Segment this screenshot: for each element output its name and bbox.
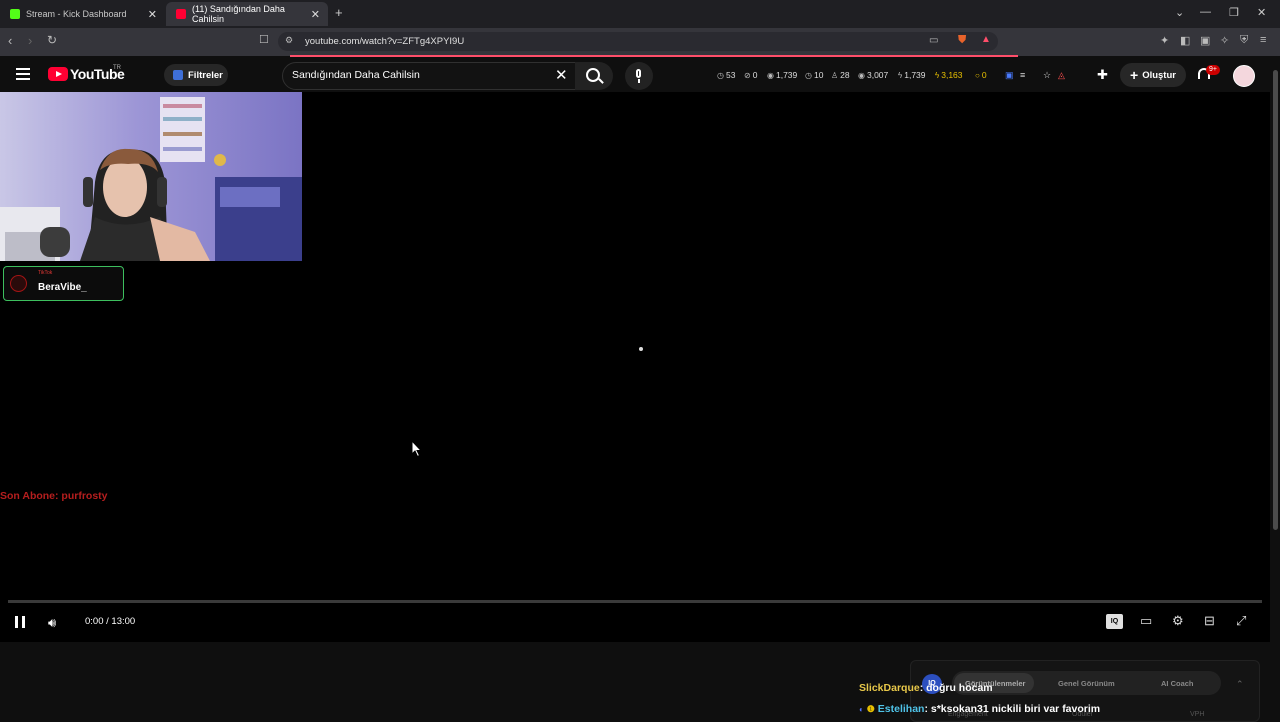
sidebar-icon[interactable]: ◧ xyxy=(1180,34,1190,47)
tab-kick-dashboard[interactable]: Stream - Kick Dashboard ✕ xyxy=(0,2,165,26)
bookmark-icon[interactable]: ☐ xyxy=(259,33,269,46)
badge-icon: ◐ xyxy=(859,705,864,714)
clear-search-icon[interactable]: ✕ xyxy=(555,66,568,84)
brave-shield-icon[interactable]: ⛊ xyxy=(958,34,966,47)
iq-player-button[interactable]: IQ xyxy=(1106,614,1123,629)
filters-button[interactable]: Filtreler xyxy=(164,64,228,86)
collapse-icon[interactable]: ⌃ xyxy=(1236,679,1244,690)
chat-username[interactable]: SlickDarque xyxy=(859,682,920,694)
back-icon[interactable]: ‹ xyxy=(8,33,12,48)
bolt-icon: ϟ xyxy=(898,70,903,80)
filter-icon xyxy=(173,70,183,80)
tab-search-icon[interactable]: ⌄ xyxy=(1175,6,1184,19)
subtitles-icon[interactable]: ▭ xyxy=(1140,613,1152,629)
eye-off-icon: ⊘ xyxy=(744,70,751,80)
stat-subscribers: ♙ 28 xyxy=(831,70,850,80)
rewards-icon[interactable]: ▲ xyxy=(981,34,991,45)
voice-search-icon[interactable] xyxy=(625,62,653,90)
mouse-cursor-icon xyxy=(411,440,423,458)
circle-icon: ○ xyxy=(975,70,980,80)
forward-icon[interactable]: › xyxy=(28,33,32,48)
close-tab-icon[interactable]: ✕ xyxy=(311,8,320,21)
search-input-value: Sandığından Daha Cahilsin xyxy=(292,69,420,81)
kick-icon xyxy=(10,9,20,19)
list-icon[interactable]: ≡ xyxy=(1020,70,1025,80)
url-text: youtube.com/watch?v=ZFTg4XPYI9U xyxy=(305,36,465,47)
tab-title: (11) Sandığından Daha Cahilsin xyxy=(192,4,285,24)
tiktok-logo-icon xyxy=(10,275,27,292)
timer-icon: ◷ xyxy=(805,70,812,80)
create-label: Oluştur xyxy=(1142,69,1176,81)
close-window-button[interactable]: ✕ xyxy=(1257,6,1266,19)
progress-bar[interactable] xyxy=(8,600,1262,603)
country-code: TR xyxy=(113,65,121,71)
eye-icon: ◉ xyxy=(767,70,774,80)
vpn-icon[interactable]: ⛨ xyxy=(1240,34,1248,47)
stat-coins: ϟ 1,739 xyxy=(898,70,926,80)
restore-button[interactable]: ❐ xyxy=(1229,6,1239,19)
create-button[interactable]: + Oluştur xyxy=(1120,63,1186,87)
person-icon: ♙ xyxy=(831,70,839,80)
time-display: 0:00 / 13:00 xyxy=(85,616,136,627)
webcam-image xyxy=(0,92,302,261)
close-tab-icon[interactable]: ✕ xyxy=(148,8,157,21)
minimize-button[interactable]: — xyxy=(1200,6,1211,18)
stat-gold-zero: ○ 0 xyxy=(975,70,987,80)
volume-icon[interactable]: 🔊︎ xyxy=(48,615,56,631)
plus-icon: + xyxy=(1130,67,1139,83)
star-icon[interactable]: ☆ xyxy=(1043,70,1051,81)
stat-impressions: ◉ 3,007 xyxy=(858,70,889,80)
chat-text: : doğru hocam xyxy=(919,682,993,694)
stat-views: ◉ 1,739 xyxy=(767,70,798,80)
pause-button[interactable] xyxy=(15,616,26,628)
youtube-icon xyxy=(176,9,186,19)
filters-label: Filtreler xyxy=(188,69,223,81)
reload-icon[interactable]: ↻ xyxy=(47,33,57,47)
tab-overview[interactable]: Genel Görünüm xyxy=(1058,679,1115,688)
youtube-logo-icon[interactable] xyxy=(48,67,68,81)
chat-message: ◐ ❶ Estelihan: s*ksokan31 nickili biri v… xyxy=(859,703,1100,715)
fullscreen-icon[interactable]: ⤢ xyxy=(1236,613,1246,629)
site-info-icon[interactable]: ⚙ xyxy=(285,35,293,46)
chat-username[interactable]: Estelihan xyxy=(878,703,925,715)
stat-hours: ◷ 10 xyxy=(805,70,824,80)
theater-mode-icon[interactable]: ⊟ xyxy=(1204,613,1215,629)
cast-icon[interactable]: ▭ xyxy=(929,35,938,46)
stat-gold: ϟ 3,163 xyxy=(935,70,963,80)
webcam-overlay xyxy=(0,92,302,261)
tab-ai-coach[interactable]: AI Coach xyxy=(1161,679,1194,688)
menu-icon[interactable]: ≡ xyxy=(1260,34,1266,46)
creator-tools-icon[interactable]: ✚ xyxy=(1097,67,1108,83)
last-subscriber-label: Son Abone: purfrosty xyxy=(0,490,108,502)
tab-title: Stream - Kick Dashboard xyxy=(26,9,127,19)
tab-youtube[interactable]: (11) Sandığından Daha Cahilsin ✕ xyxy=(166,2,328,26)
platform-label: TikTok xyxy=(38,270,53,276)
avatar[interactable] xyxy=(1233,65,1255,87)
bolt-gold-icon: ϟ xyxy=(935,70,940,80)
extensions-icon[interactable]: ✦ xyxy=(1160,34,1169,47)
settings-gear-icon[interactable]: ⚙ xyxy=(1172,613,1184,629)
search-icon xyxy=(586,68,600,82)
iq-extension-icon[interactable]: ▣ xyxy=(1005,70,1014,81)
stat-watch-time: ◷ 53 xyxy=(717,70,736,80)
ai-icon[interactable]: ✧ xyxy=(1220,34,1229,47)
warning-icon: ❶ xyxy=(866,704,875,714)
alert-icon[interactable]: ◬ xyxy=(1058,70,1065,81)
hamburger-menu-icon[interactable] xyxy=(16,68,30,80)
footer-vph: VPH xyxy=(1190,711,1205,718)
new-tab-button[interactable]: + xyxy=(335,5,343,20)
eye-icon: ◉ xyxy=(858,70,865,80)
scrollbar-thumb[interactable] xyxy=(1273,70,1278,530)
chat-message: SlickDarque: doğru hocam xyxy=(859,682,993,694)
clock-icon: ◷ xyxy=(717,70,724,80)
loading-indicator xyxy=(639,347,643,351)
stat-hidden: ⊘ 0 xyxy=(744,70,758,80)
notification-badge: 9+ xyxy=(1206,65,1220,75)
wallet-icon[interactable]: ▣ xyxy=(1200,34,1210,47)
chat-text: : s*ksokan31 nickili biri var favorim xyxy=(924,703,1101,715)
streamer-name: BeraVibe_ xyxy=(38,282,87,293)
